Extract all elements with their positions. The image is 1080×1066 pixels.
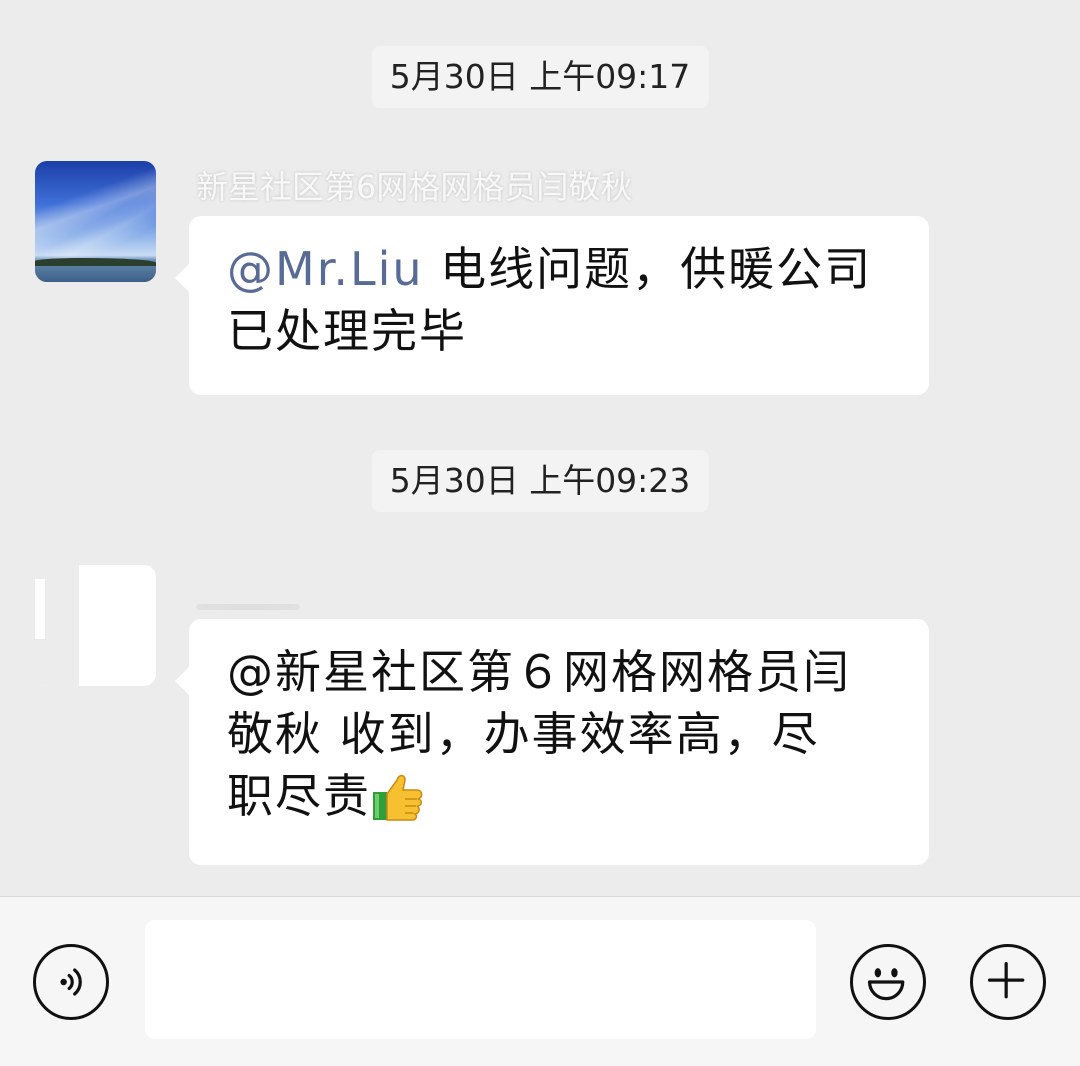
message-text: @新星社区第６网格网格员闫 [227,645,851,699]
emoji-icon [867,968,905,1001]
sender-avatar[interactable] [35,565,156,686]
message-input[interactable] [145,920,816,1039]
emoji-button[interactable] [850,944,926,1020]
sender-name: 新星社区第6网格网格员闫敬秋 [196,168,633,206]
message-text: 电线问题，供暖公司 [423,242,873,296]
sender-avatar[interactable] [35,161,156,282]
avatar-water [35,266,156,282]
message-bubble[interactable]: @Mr.Liu 电线问题，供暖公司 已处理完毕 [175,216,929,395]
message-text: 敬秋 收到，办事效率高，尽 [227,707,820,761]
message-text: 职尽责 [227,769,371,823]
avatar-shore [35,258,156,266]
plus-icon [987,961,1025,999]
mention-link[interactable]: @Mr.Liu [227,242,424,296]
avatar-redacted [35,579,45,639]
timestamp: 5月30日 上午09:17 [371,46,709,108]
message-bubble[interactable]: @新星社区第６网格网格员闫 敬秋 收到，办事效率高，尽 职尽责 [175,619,929,865]
timestamp: 5月30日 上午09:23 [371,450,709,512]
voice-button[interactable] [33,944,109,1020]
voice-icon [60,968,82,996]
thumbs-up-icon [371,768,425,822]
message-text: 已处理完毕 [227,304,467,358]
plus-button[interactable] [970,944,1046,1020]
sender-name-redacted [196,604,300,610]
